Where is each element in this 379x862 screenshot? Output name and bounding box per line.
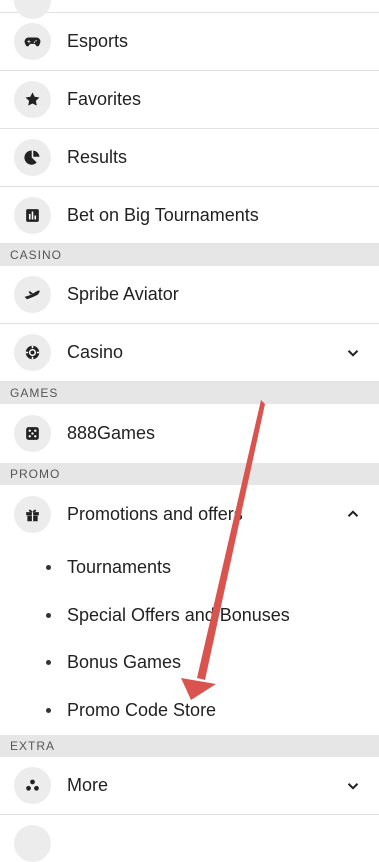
menu-item-label: Esports	[67, 31, 129, 51]
gamepad-icon	[14, 23, 51, 60]
bullet-icon	[46, 659, 51, 665]
submenu-item-label: Tournaments	[67, 556, 172, 577]
menu-item-label: Casino	[67, 342, 124, 362]
menu-item-favorites[interactable]: Favorites	[0, 71, 379, 129]
submenu-item-special-offers[interactable]: Special Offers and Bonuses	[0, 591, 379, 639]
submenu-item-bonus-games[interactable]: Bonus Games	[0, 638, 379, 686]
bullet-icon	[46, 564, 51, 570]
submenu-item-label: Bonus Games	[67, 651, 182, 672]
chevron-up-icon[interactable]	[344, 505, 362, 523]
menu-item-partial-bottom[interactable]	[0, 815, 379, 862]
menu-item-label: Favorites	[67, 89, 142, 109]
bullet-icon	[46, 707, 51, 713]
menu-item-label: More	[67, 775, 109, 795]
airplane-icon	[14, 276, 51, 313]
menu-item-esports[interactable]: Esports	[0, 13, 379, 71]
menu-item-casino[interactable]: Casino	[0, 324, 379, 382]
partial-icon	[14, 825, 51, 862]
menu-item-888games[interactable]: 888Games	[0, 404, 379, 462]
menu-item-label: 888Games	[67, 422, 156, 443]
menu-item-label: Promotions and offers	[67, 503, 243, 524]
star-icon	[14, 81, 51, 118]
menu-item-results[interactable]: Results	[0, 129, 379, 187]
menu-item-spribe-aviator[interactable]: Spribe Aviator	[0, 266, 379, 324]
dice-icon	[14, 414, 51, 452]
menu-item-more[interactable]: More	[0, 757, 379, 815]
chevron-down-icon[interactable]	[344, 777, 362, 795]
submenu-item-label: Special Offers and Bonuses	[67, 604, 290, 625]
menu-item-label: Spribe Aviator	[67, 284, 179, 304]
bullet-icon	[46, 612, 51, 618]
menu-item-label: Bet on Big Tournaments	[67, 204, 259, 225]
submenu-item-label: Promo Code Store	[67, 699, 217, 720]
casino-chip-icon	[14, 334, 51, 371]
more-dots-icon	[14, 767, 51, 804]
menu-item-partial-top[interactable]	[0, 0, 379, 19]
section-header-promo: PROMO	[0, 463, 379, 485]
section-header-extra: EXTRA	[0, 735, 379, 757]
pie-chart-icon	[14, 139, 51, 176]
bar-chart-icon	[14, 196, 51, 234]
submenu-item-tournaments[interactable]: Tournaments	[0, 543, 379, 591]
section-header-games: GAMES	[0, 382, 379, 404]
chevron-down-icon[interactable]	[344, 344, 362, 362]
menu-item-promotions[interactable]: Promotions and offers	[0, 485, 379, 543]
submenu-item-promo-code-store[interactable]: Promo Code Store	[0, 686, 379, 734]
gift-icon	[14, 495, 51, 533]
section-header-casino: CASINO	[0, 244, 379, 266]
menu-item-label: Results	[67, 147, 128, 167]
menu-item-big-tournaments[interactable]: Bet on Big Tournaments	[0, 187, 379, 244]
